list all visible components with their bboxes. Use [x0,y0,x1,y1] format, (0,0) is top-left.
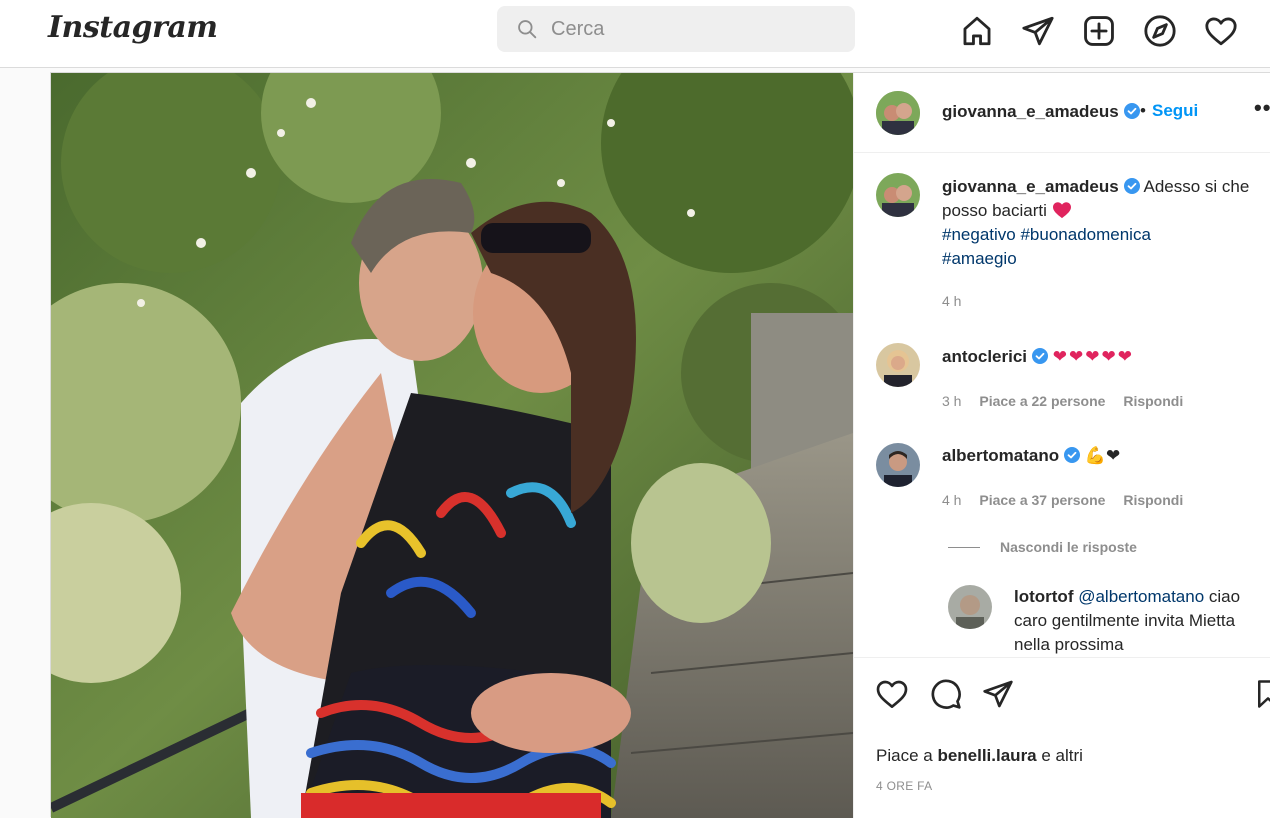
direct-icon[interactable] [1019,12,1057,50]
author-avatar[interactable] [876,91,920,135]
author-name[interactable]: giovanna_e_amadeus [942,102,1140,122]
replies-divider [948,546,980,548]
reply-avatar[interactable] [948,585,992,629]
post-card: giovanna_e_amadeus • Segui ••• giovanna_… [50,72,1270,818]
share-icon [983,680,1013,708]
caption-avatar[interactable] [876,173,920,217]
reply-button[interactable]: Rispondi [1123,393,1183,409]
reply-button[interactable]: Rispondi [1123,492,1183,508]
reply: lotortof @albertomatano ciao caro gentil… [1014,585,1264,657]
hashtag-link[interactable]: #buonadomenica [1020,225,1150,244]
post-photo[interactable] [51,73,853,818]
comment-meta: 4 h Piace a 37 persone Rispondi [942,492,1197,508]
likes-prefix: Piace a [876,746,933,765]
red-heart-icon [1052,202,1071,219]
nav-icons [958,12,1263,50]
comment-icon [931,679,961,709]
bookmark-icon [1258,680,1270,708]
instagram-logo[interactable]: Instagram [48,10,218,45]
verified-badge-icon [1032,348,1049,364]
new-post-icon[interactable] [1080,12,1118,50]
explore-icon[interactable] [1141,12,1179,50]
comment-time[interactable]: 4 h [942,492,961,508]
comment-username[interactable]: albertomatano [942,446,1059,465]
post-actions: Piace a benelli.laura e altri 4 ORE FA [854,657,1270,818]
caption-meta: 4 h [942,293,975,309]
caption-username[interactable]: giovanna_e_amadeus [942,177,1119,196]
verified-badge-icon [1123,178,1140,194]
verified-badge-icon [1123,103,1140,119]
mention-link[interactable]: @albertomatano [1078,587,1204,606]
caption: giovanna_e_amadeus Adesso si che posso b… [942,175,1270,271]
likes-user-link[interactable]: benelli.laura [937,746,1036,765]
hide-replies-button[interactable]: Nascondi le risposte [948,539,1137,555]
comment-time[interactable]: 3 h [942,393,961,409]
post-sidebar: giovanna_e_amadeus • Segui ••• giovanna_… [853,73,1270,818]
save-button[interactable] [1250,676,1270,712]
comment-text: 💪❤ [1084,446,1121,465]
likes-suffix[interactable]: e altri [1041,746,1083,765]
author-username[interactable]: giovanna_e_amadeus [942,102,1119,121]
comment-button[interactable] [928,676,964,712]
activity-icon[interactable] [1202,12,1240,50]
comment: antoclerici ❤❤❤❤❤ [942,345,1270,369]
top-navigation-bar: Instagram [0,0,1270,68]
follow-button[interactable]: Segui [1152,101,1198,121]
comment-text: ❤❤❤❤❤ [1052,347,1135,366]
like-button[interactable] [874,676,910,712]
home-icon[interactable] [958,12,996,50]
comment-avatar[interactable] [876,343,920,387]
verified-badge-icon [1064,447,1081,463]
reply-username[interactable]: lotortof [1014,587,1073,606]
more-options-button[interactable]: ••• [1254,95,1270,121]
post-header: giovanna_e_amadeus • Segui ••• [854,73,1270,153]
hide-replies-label: Nascondi le risposte [1000,539,1137,555]
comment-avatar[interactable] [876,443,920,487]
comment-likes[interactable]: Piace a 37 persone [979,492,1105,508]
comment: albertomatano 💪❤ [942,444,1270,468]
comments-section[interactable]: giovanna_e_amadeus Adesso si che posso b… [854,153,1270,657]
hashtag-link[interactable]: #negativo [942,225,1016,244]
posted-time[interactable]: 4 ORE FA [876,779,932,793]
heart-icon [876,680,908,709]
search-box[interactable] [497,6,855,52]
comment-username[interactable]: antoclerici [942,347,1027,366]
share-button[interactable] [980,676,1016,712]
comment-meta: 3 h Piace a 22 persone Rispondi [942,393,1197,409]
comment-likes[interactable]: Piace a 22 persone [979,393,1105,409]
search-input[interactable] [551,17,831,41]
likes-summary: Piace a benelli.laura e altri [876,746,1083,766]
search-icon [518,20,537,39]
hashtag-link[interactable]: #amaegio [942,249,1017,268]
separator-dot: • [1140,101,1146,120]
caption-time[interactable]: 4 h [942,293,961,309]
